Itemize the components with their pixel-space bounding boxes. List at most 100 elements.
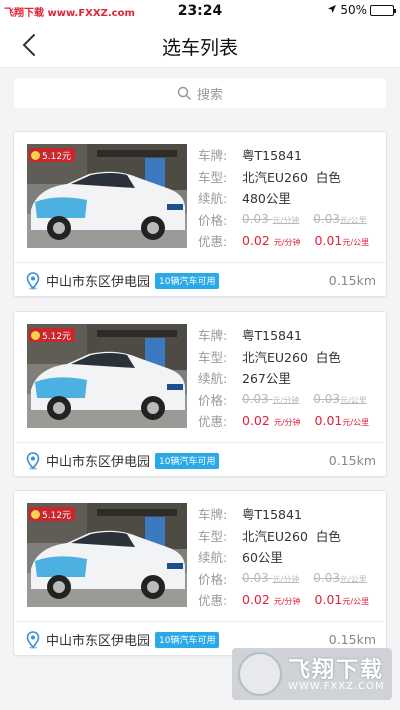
fuel-badge-text: 5.12元 xyxy=(42,510,72,521)
plate-value: 粤T15841 xyxy=(242,148,302,164)
watermark-title: 飞翔下载 xyxy=(288,658,385,683)
car-card-main[interactable]: 5.12元 车牌: 粤T15841 车型: 北汽EU260 白色 续航: 267公… xyxy=(14,312,386,442)
range-label: 续航: xyxy=(198,550,228,566)
price-row: 价格: 0.03 元/分钟 0.03元/公里 xyxy=(198,209,384,231)
discount-row: 优惠: 0.02 元/分钟 0.01元/公里 xyxy=(198,589,384,611)
plate-row: 车牌: 粤T15841 xyxy=(198,503,384,525)
old-price-per-minute: 0.03 元/分钟 xyxy=(242,392,300,407)
car-color: 白色 xyxy=(315,349,341,365)
car-info: 车牌: 粤T15841 车型: 北汽EU260 白色 续航: 480公里 价格: … xyxy=(198,144,384,252)
car-card-main[interactable]: 5.12元 车牌: 粤T15841 车型: 北汽EU260 白色 续航: 60公里… xyxy=(14,491,386,621)
battery-percent: 50% xyxy=(340,3,367,17)
model-row: 车型: 北汽EU260 白色 xyxy=(198,346,384,368)
distance: 0.15km xyxy=(328,453,376,468)
discount-label: 优惠: xyxy=(198,234,228,250)
availability-tag: 10辆汽车可用 xyxy=(155,631,220,648)
battery-icon xyxy=(370,4,396,16)
plate-value: 粤T15841 xyxy=(242,507,302,523)
location-name: 中山市东区伊电园 xyxy=(46,455,151,470)
location-arrow-icon xyxy=(327,3,337,17)
plate-label: 车牌: xyxy=(198,328,228,344)
fuel-badge-text: 5.12元 xyxy=(42,151,72,162)
coin-icon xyxy=(31,509,40,519)
availability-tag: 10辆汽车可用 xyxy=(155,452,220,469)
model-label: 车型: xyxy=(198,528,228,544)
status-right: 50% xyxy=(327,3,396,17)
range-value: 480公里 xyxy=(242,191,291,207)
price-label: 价格: xyxy=(198,571,228,587)
car-color: 白色 xyxy=(315,169,341,185)
car-photo: 5.12元 xyxy=(27,503,187,607)
discount-row: 优惠: 0.02 元/分钟 0.01元/公里 xyxy=(198,410,384,432)
model-name: 北汽EU260 xyxy=(242,528,308,544)
discount-price-per-km: 0.01元/公里 xyxy=(314,233,370,249)
plate-value: 粤T15841 xyxy=(242,328,302,344)
old-price-per-km: 0.03元/公里 xyxy=(313,212,367,227)
car-card-footer[interactable]: 中山市东区伊电园 10辆汽车可用 0.15km xyxy=(14,262,386,298)
car-photo: 5.12元 xyxy=(27,324,187,428)
fuel-badge: 5.12元 xyxy=(29,328,76,342)
status-bar: 飞翔下载 www.FXXZ.com 23:24 50% xyxy=(0,0,400,22)
search-section: 搜索 xyxy=(0,69,400,121)
model-name: 北汽EU260 xyxy=(242,169,308,185)
model-label: 车型: xyxy=(198,349,228,365)
watermark-logo-icon xyxy=(238,652,282,696)
car-color: 白色 xyxy=(315,528,341,544)
coin-icon xyxy=(31,330,40,340)
old-price-per-km: 0.03元/公里 xyxy=(313,392,367,407)
car-photo: 5.12元 xyxy=(27,144,187,248)
price-label: 价格: xyxy=(198,212,228,228)
model-row: 车型: 北汽EU260 白色 xyxy=(198,166,384,188)
search-icon xyxy=(177,86,191,100)
old-price-per-minute: 0.03 元/分钟 xyxy=(242,571,300,586)
fuel-badge: 5.12元 xyxy=(29,507,76,521)
model-value: 北汽EU260 白色 xyxy=(242,167,341,186)
location-pin-icon xyxy=(26,271,40,290)
discount-price-per-km: 0.01元/公里 xyxy=(314,592,370,608)
price-row: 价格: 0.03 元/分钟 0.03元/公里 xyxy=(198,389,384,411)
plate-row: 车牌: 粤T15841 xyxy=(198,144,384,166)
fuel-badge-text: 5.12元 xyxy=(42,331,72,342)
old-price-per-minute: 0.03 元/分钟 xyxy=(242,212,300,227)
range-label: 续航: xyxy=(198,191,228,207)
coin-icon xyxy=(31,150,40,160)
range-label: 续航: xyxy=(198,371,228,387)
nav-bar: 选车列表 xyxy=(0,22,400,68)
watermark: 飞翔下载 WWW.FXXZ.COM xyxy=(232,648,392,700)
location-pin-icon xyxy=(26,630,40,649)
range-value: 60公里 xyxy=(242,550,283,566)
model-value: 北汽EU260 白色 xyxy=(242,347,341,366)
location-name: 中山市东区伊电园 xyxy=(46,275,151,290)
car-card[interactable]: 5.12元 车牌: 粤T15841 车型: 北汽EU260 白色 续航: 267公… xyxy=(13,311,387,477)
range-row: 续航: 60公里 xyxy=(198,546,384,568)
fuel-badge: 5.12元 xyxy=(29,148,76,162)
discount-row: 优惠: 0.02 元/分钟 0.01元/公里 xyxy=(198,230,384,252)
discount-price-per-minute: 0.02 元/分钟 xyxy=(242,413,301,429)
car-card-main[interactable]: 5.12元 车牌: 粤T15841 车型: 北汽EU260 白色 续航: 480公… xyxy=(14,132,386,262)
car-card-footer[interactable]: 中山市东区伊电园 10辆汽车可用 0.15km xyxy=(14,442,386,478)
discount-price-per-minute: 0.02 元/分钟 xyxy=(242,233,301,249)
search-placeholder: 搜索 xyxy=(196,87,223,103)
search-input[interactable]: 搜索 xyxy=(14,78,386,108)
old-price-per-km: 0.03元/公里 xyxy=(313,571,367,586)
discount-label: 优惠: xyxy=(198,414,228,430)
car-card[interactable]: 5.12元 车牌: 粤T15841 车型: 北汽EU260 白色 续航: 60公里… xyxy=(13,490,387,656)
plate-label: 车牌: xyxy=(198,507,228,523)
model-value: 北汽EU260 白色 xyxy=(242,526,341,545)
range-row: 续航: 480公里 xyxy=(198,187,384,209)
watermark-url: WWW.FXXZ.COM xyxy=(288,681,385,692)
car-card[interactable]: 5.12元 车牌: 粤T15841 车型: 北汽EU260 白色 续航: 480公… xyxy=(13,131,387,297)
model-name: 北汽EU260 xyxy=(242,349,308,365)
car-info: 车牌: 粤T15841 车型: 北汽EU260 白色 续航: 60公里 价格: 0… xyxy=(198,503,384,611)
price-row: 价格: 0.03 元/分钟 0.03元/公里 xyxy=(198,568,384,590)
discount-price-per-minute: 0.02 元/分钟 xyxy=(242,592,301,608)
discount-label: 优惠: xyxy=(198,593,228,609)
page-title: 选车列表 xyxy=(161,37,238,59)
range-row: 续航: 267公里 xyxy=(198,367,384,389)
plate-row: 车牌: 粤T15841 xyxy=(198,324,384,346)
plate-label: 车牌: xyxy=(198,148,228,164)
car-info: 车牌: 粤T15841 车型: 北汽EU260 白色 续航: 267公里 价格: … xyxy=(198,324,384,432)
location-pin-icon xyxy=(26,451,40,470)
location-name: 中山市东区伊电园 xyxy=(46,634,151,649)
range-value: 267公里 xyxy=(242,371,291,387)
